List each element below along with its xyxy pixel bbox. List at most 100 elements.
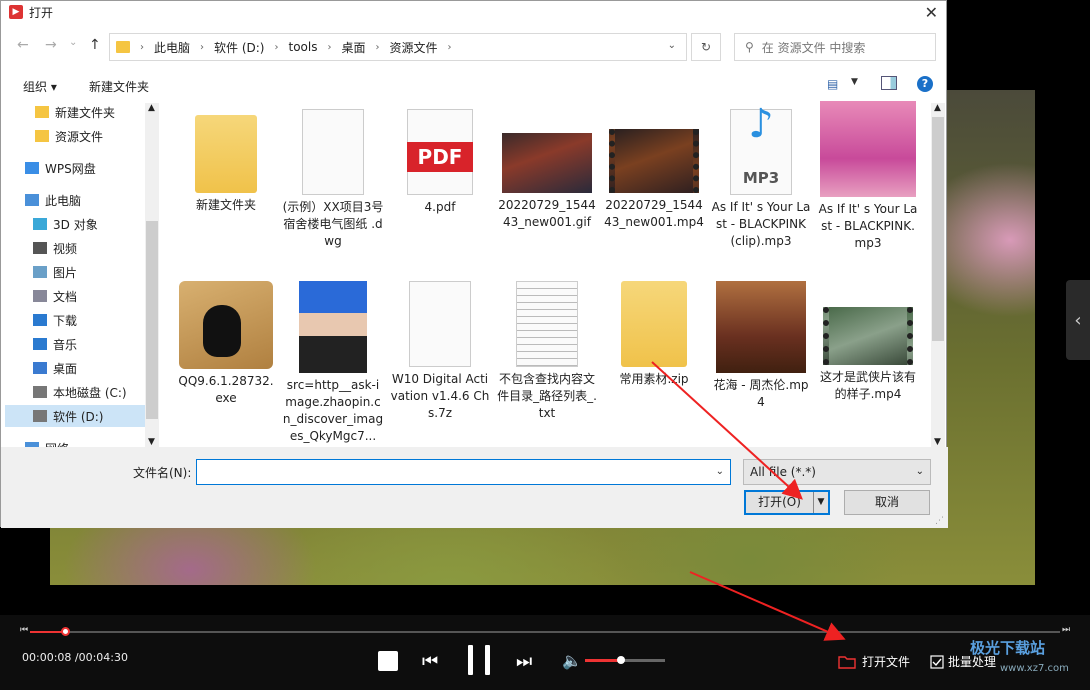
file-list-scrollbar[interactable]: ▲ ▼	[931, 103, 945, 447]
next-button[interactable]: ⏭	[516, 651, 532, 672]
file-item[interactable]: As If It' s Your Last - BLACKPINK.mp3	[813, 101, 923, 252]
new-folder-button[interactable]: 新建文件夹	[89, 78, 149, 95]
music-icon	[33, 338, 47, 350]
document-icon	[409, 281, 471, 367]
sidebar-item[interactable]: 软件 (D:)	[5, 405, 145, 427]
sidebar-item[interactable]: 网络	[5, 437, 145, 447]
chevron-right-icon: ›	[327, 41, 332, 53]
up-arrow-icon[interactable]: ↑	[89, 37, 101, 53]
view-icon[interactable]: ▤	[827, 77, 838, 91]
open-button-label[interactable]: 打开(O)	[746, 492, 814, 513]
refresh-button[interactable]: ↻	[691, 33, 721, 61]
file-name: 新建文件夹	[195, 198, 256, 212]
previous-button[interactable]: ⏮	[422, 651, 438, 672]
progress-end-mark: ⏭	[1062, 625, 1071, 635]
folder-icon	[35, 130, 49, 142]
stop-button[interactable]	[378, 651, 398, 671]
filetype-select[interactable]: All file (*.*) ⌄	[743, 459, 931, 485]
sidebar-item[interactable]: 本地磁盘 (C:)	[5, 381, 145, 403]
breadcrumb-item[interactable]: tools	[288, 40, 317, 54]
volume-knob[interactable]	[617, 656, 625, 664]
volume-slider[interactable]	[585, 656, 665, 664]
sidebar-item[interactable]: 下载	[5, 309, 145, 331]
search-input[interactable]: ⚲ 在 资源文件 中搜索	[734, 33, 936, 61]
file-item[interactable]: 20220729_154443_new001.gif	[492, 101, 602, 231]
open-file-label: 打开文件	[862, 655, 911, 669]
sidebar-item[interactable]: 新建文件夹	[5, 101, 145, 123]
sidebar-item[interactable]: WPS网盘	[5, 157, 145, 179]
file-name: src=http__ask-image.zhaopin.cn_discover_…	[282, 378, 384, 443]
chevron-down-icon[interactable]: ▼	[851, 77, 858, 87]
sidebar-item[interactable]: 桌面	[5, 357, 145, 379]
sidebar-item-label: 桌面	[53, 361, 78, 376]
file-item[interactable]: PDF 4.pdf	[385, 101, 495, 216]
sidebar-item[interactable]: 音乐	[5, 333, 145, 355]
breadcrumb-item[interactable]: 软件 (D:)	[214, 39, 264, 56]
sidebar-item[interactable]: 此电脑	[5, 189, 145, 211]
chevron-right-icon: ›	[140, 41, 144, 53]
open-options-arrow[interactable]: ▼	[814, 492, 828, 513]
file-item[interactable]: (示例）XX项目3号宿舍楼电气图纸 .dwg	[278, 101, 388, 250]
sidebar-item-label: 本地磁盘 (C:)	[53, 385, 127, 400]
close-button[interactable]: ✕	[925, 3, 938, 22]
music-note-icon: ♪	[748, 101, 774, 147]
back-arrow-icon[interactable]: ←	[17, 37, 29, 53]
sidebar-scroll-thumb[interactable]	[146, 221, 158, 419]
recent-locations-icon[interactable]: ⌄	[69, 37, 77, 48]
preview-pane-icon[interactable]	[881, 76, 897, 90]
volume-icon[interactable]: 🔈	[562, 651, 582, 670]
file-list: 新建文件夹 (示例）XX项目3号宿舍楼电气图纸 .dwg PDF 4.pdf 20220…	[171, 101, 931, 447]
sidebar-scrollbar[interactable]: ▲ ▼	[145, 103, 159, 447]
volume-fill	[585, 659, 621, 662]
file-name: 这才是武侠片该有的样子.mp4	[819, 370, 916, 401]
chevron-down-icon[interactable]: ⌄	[716, 466, 724, 477]
file-item[interactable]: 不包含查找内容文件目录_路径列表_.txt	[492, 273, 602, 422]
open-button[interactable]: 打开(O) ▼	[744, 490, 830, 515]
breadcrumb-item[interactable]: 此电脑	[154, 39, 190, 56]
breadcrumb-item[interactable]: 资源文件	[389, 39, 437, 56]
file-item[interactable]: ♪ MP3 As If It' s Your Last - BLACKPINK (c…	[706, 101, 816, 250]
organize-menu[interactable]: 组织 ▾	[23, 78, 57, 95]
breadcrumb-item[interactable]: 桌面	[341, 39, 365, 56]
file-item[interactable]: src=http__ask-image.zhaopin.cn_discover_…	[278, 273, 388, 445]
sidebar-item-label: 音乐	[53, 337, 78, 352]
file-name: 4.pdf	[424, 200, 456, 214]
file-item[interactable]: 这才是武侠片该有的样子.mp4	[813, 273, 923, 403]
chevron-right-icon: ›	[274, 41, 279, 53]
progress-bar[interactable]	[30, 627, 1060, 636]
player-controls: ⏮ ⏭ 00:00:08 /00:04:30 ⏮ ⏭ 🔈 打开文件 批量处理 极…	[0, 615, 1090, 690]
sidebar-item[interactable]: 3D 对象	[5, 213, 145, 235]
open-file-button[interactable]: 打开文件	[838, 653, 910, 670]
file-item[interactable]: 常用素材.zip	[599, 273, 709, 388]
file-item[interactable]: 花海 - 周杰伦.mp4	[706, 273, 816, 411]
forward-arrow-icon[interactable]: →	[45, 37, 57, 53]
chevron-down-icon[interactable]: ⌄	[668, 40, 676, 51]
file-item[interactable]: QQ9.6.1.28732.exe	[171, 273, 281, 407]
scroll-down-icon[interactable]: ▼	[934, 437, 941, 447]
sidebar-item[interactable]: 图片	[5, 261, 145, 283]
file-list-scroll-thumb[interactable]	[932, 117, 944, 341]
address-bar[interactable]: › 此电脑 › 软件 (D:) › tools › 桌面 › 资源文件 › ⌄	[109, 33, 687, 61]
sidebar-item-label: 下载	[53, 313, 78, 328]
pdf-badge: PDF	[407, 142, 473, 172]
sidebar-item[interactable]: 视频	[5, 237, 145, 259]
sidebar-item[interactable]: 资源文件	[5, 125, 145, 147]
sidebar-item[interactable]: 文档	[5, 285, 145, 307]
filename-input[interactable]: ⌄	[196, 459, 731, 485]
sidebar-item-label: WPS网盘	[45, 161, 96, 176]
scroll-up-icon[interactable]: ▲	[148, 103, 155, 113]
pause-button[interactable]	[466, 645, 492, 675]
help-icon[interactable]: ?	[917, 76, 933, 92]
file-item[interactable]: 20220729_154443_new001.mp4	[599, 101, 709, 231]
scroll-up-icon[interactable]: ▲	[934, 103, 941, 113]
progress-knob[interactable]	[61, 627, 71, 636]
cloud-icon	[25, 162, 39, 174]
side-panel-toggle[interactable]: ‹	[1066, 280, 1090, 360]
file-item[interactable]: 新建文件夹	[171, 101, 281, 214]
file-name: 不包含查找内容文件目录_路径列表_.txt	[497, 372, 597, 420]
navigation-row: ← → ⌄ ↑ › 此电脑 › 软件 (D:) › tools › 桌面 › 资…	[1, 33, 948, 61]
resize-grip-icon[interactable]: ⋰	[935, 516, 944, 526]
scroll-down-icon[interactable]: ▼	[148, 437, 155, 447]
file-item[interactable]: W10 Digital Activation v1.4.6 Chs.7z	[385, 273, 495, 422]
cancel-button[interactable]: 取消	[844, 490, 930, 515]
